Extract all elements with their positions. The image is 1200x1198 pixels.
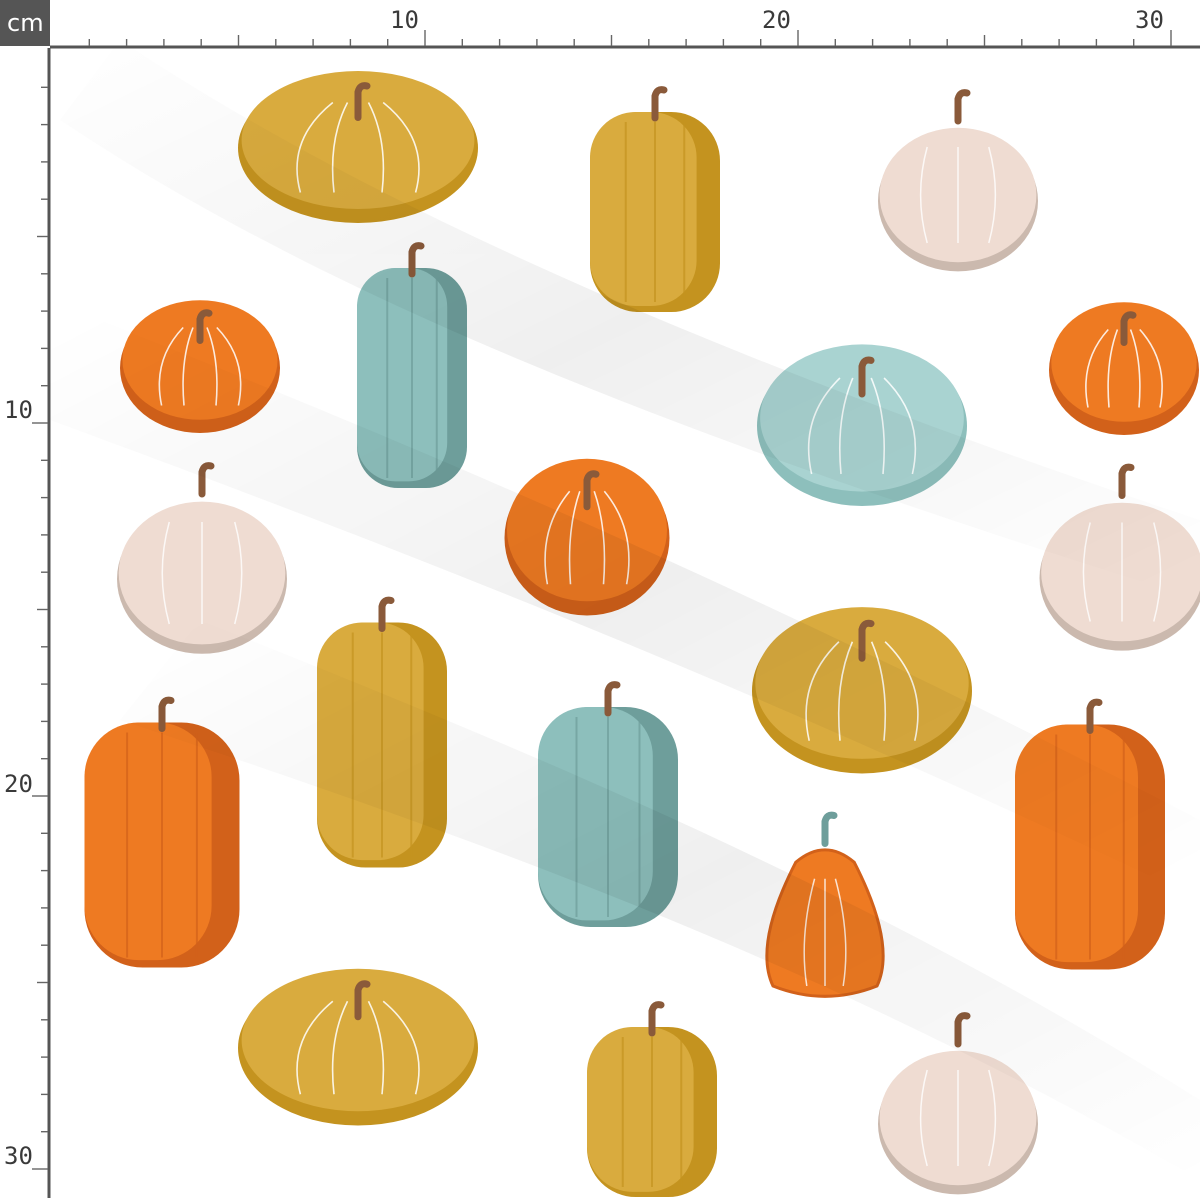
- unit-indicator: cm: [0, 0, 50, 46]
- pumpkin-mustard-tall: [590, 86, 720, 312]
- pumpkin-mustard-flat: [238, 968, 478, 1126]
- top-ruler-label-10: 10: [390, 6, 419, 34]
- left-ruler-label-10: 10: [4, 396, 33, 424]
- top-ruler: 10 20 30: [0, 0, 1200, 49]
- top-ruler-label-30: 30: [1135, 6, 1164, 34]
- pumpkin-orange-flat: [1049, 302, 1199, 435]
- fabric-preview: 10 20 30 10 20 30 cm: [0, 0, 1200, 1198]
- top-ruler-label-20: 20: [762, 6, 791, 34]
- left-ruler-label-30: 30: [4, 1142, 33, 1170]
- left-ruler: 10 20 30: [0, 0, 51, 1198]
- left-ruler-label-20: 20: [4, 770, 33, 798]
- unit-label: cm: [7, 9, 44, 37]
